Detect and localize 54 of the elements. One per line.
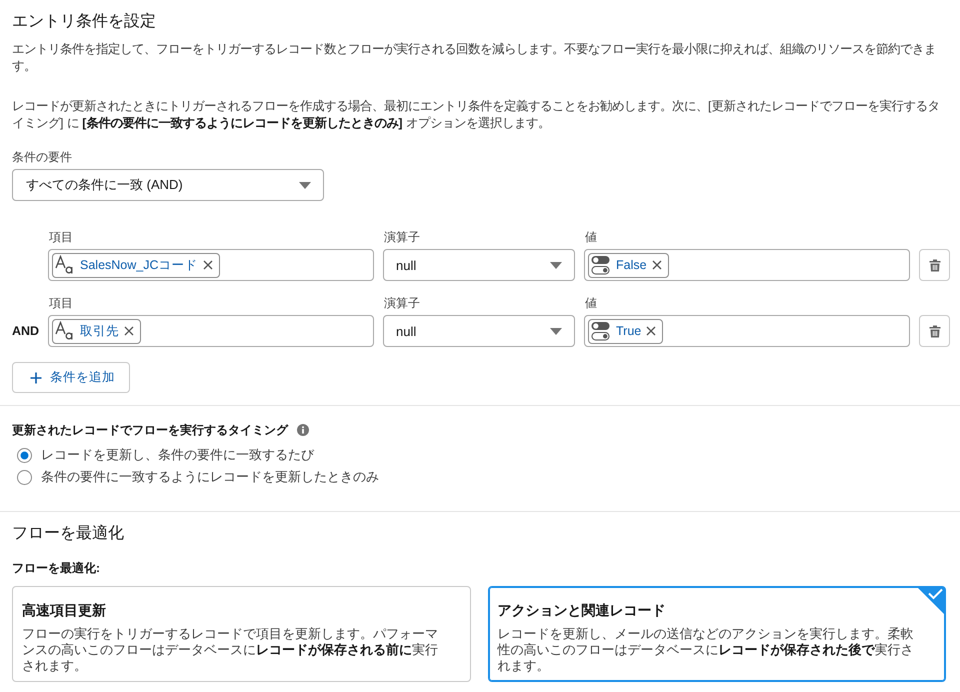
trash-icon — [928, 258, 940, 272]
field-input[interactable]: SalesNow_JCコード — [48, 249, 374, 281]
radio-label[interactable]: 条件の要件に一致するようにレコードを更新したときのみ — [41, 469, 379, 485]
pill-label: True — [616, 324, 642, 338]
description-text: レコードが更新されたときにトリガーされるフローを作成する場合、最初にエントリ条件を定義することをお勧めします。次に、[更新されたレコードでフローを実行するタイミング] に [条件の要件に一致するようにレコードを更新したときのみ] オプションを選択します。 — [12, 98, 940, 132]
card-description: フローの実行をトリガーするレコードで項目を更新します。パフォーマンスの高いこのフローはデータベースにレコードが保存される前に実行されます。 — [22, 626, 439, 674]
trash-icon — [928, 324, 940, 338]
text-type-icon — [55, 255, 75, 275]
operator-select[interactable]: null — [383, 249, 575, 281]
close-icon[interactable] — [124, 326, 134, 336]
close-icon[interactable] — [646, 326, 656, 336]
field-label: 条件の要件 — [12, 149, 73, 165]
field-label: 演算子 — [383, 295, 421, 311]
field-label: 演算子 — [383, 229, 421, 245]
toggle-icon — [591, 321, 611, 341]
radio-button[interactable] — [17, 448, 32, 462]
plus-icon — [30, 372, 42, 384]
section-title: フローを最適化 — [12, 524, 125, 544]
section-title: エントリ条件を設定 — [12, 12, 157, 32]
field-label: 値 — [584, 295, 598, 311]
field-label: フローを最適化: — [12, 560, 101, 576]
field-label: 項目 — [48, 295, 74, 311]
description-text: エントリ条件を指定して、フローをトリガーするレコード数とフローが実行される回数を減らします。不要なフロー実行を最小限に抑えれば、組織のリソースを節約できます。 — [12, 41, 937, 75]
radio-button[interactable] — [17, 470, 32, 484]
check-icon — [916, 587, 945, 616]
pill-label: False — [616, 258, 647, 272]
delete-button[interactable] — [919, 315, 950, 347]
operator-select[interactable]: null — [383, 315, 575, 347]
pill-label: SalesNow_JCコード — [80, 256, 198, 274]
card-description: レコードを更新し、メールの送信などのアクションを実行します。柔軟性の高いこのフローはデータベースにレコードが保存された後で実行されます。 — [498, 626, 914, 674]
caret-icon — [550, 262, 562, 268]
section-heading: 更新されたレコードでフローを実行するタイミング — [12, 422, 288, 438]
option-card[interactable]: 高速項目更新 フローの実行をトリガーするレコードで項目を更新します。パフォーマンスの高いこのフローはデータベースにレコードが保存される前に実行されます。 — [12, 586, 470, 682]
field-label: 値 — [584, 229, 598, 245]
close-icon[interactable] — [652, 260, 662, 270]
delete-button[interactable] — [919, 249, 950, 281]
field-input[interactable]: 取引先 — [48, 315, 374, 347]
text-type-icon — [55, 321, 75, 341]
card-title: 高速項目更新 — [22, 601, 107, 619]
value-input[interactable]: True — [584, 315, 910, 347]
field-label: 項目 — [48, 229, 74, 245]
radio-label[interactable]: レコードを更新し、条件の要件に一致するたび — [41, 447, 314, 463]
card-title: アクションと関連レコード — [498, 601, 666, 619]
info-icon — [297, 424, 309, 436]
pill-label: 取引先 — [80, 322, 119, 340]
logic-label: AND — [12, 323, 39, 339]
caret-icon — [550, 328, 562, 334]
close-icon[interactable] — [202, 260, 213, 270]
requirement-select[interactable]: すべての条件に一致 (AND) — [12, 169, 324, 201]
add-condition-button[interactable]: 条件を追加 — [12, 362, 130, 393]
option-card[interactable]: アクションと関連レコード レコードを更新し、メールの送信などのアクションを実行します。柔軟性の高いこのフローはデータベースにレコードが保存された後で実行されます。 — [488, 586, 946, 682]
value-input[interactable]: False — [584, 249, 910, 281]
toggle-icon — [591, 255, 611, 275]
caret-icon — [299, 182, 311, 188]
